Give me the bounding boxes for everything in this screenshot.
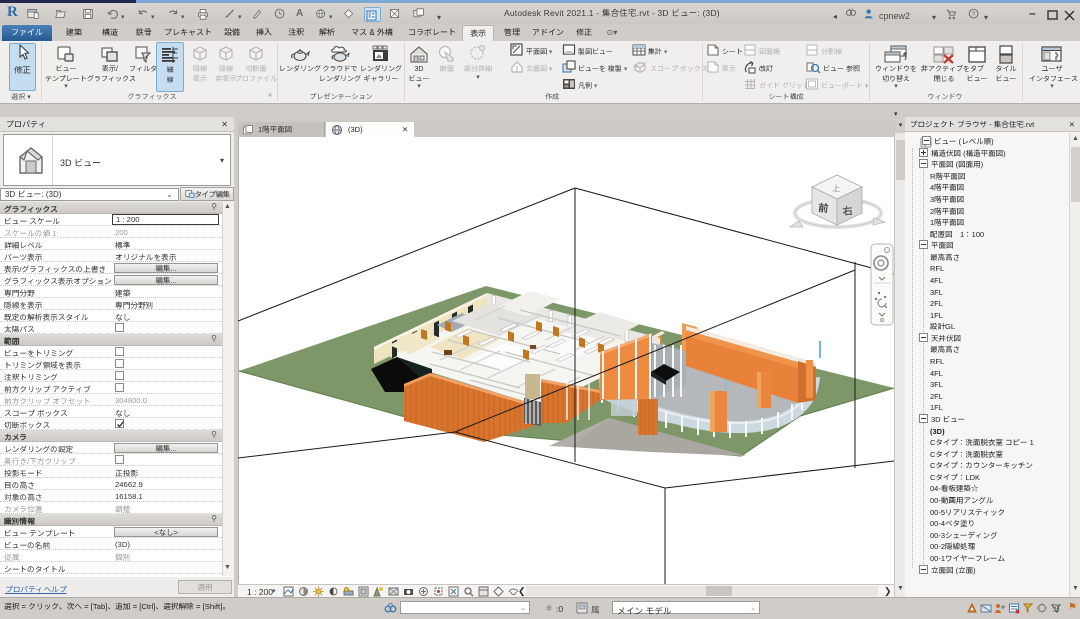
svg-text:?: ? — [972, 11, 976, 18]
svg-text:右: 右 — [842, 205, 853, 218]
svg-text:上: 上 — [832, 184, 840, 193]
